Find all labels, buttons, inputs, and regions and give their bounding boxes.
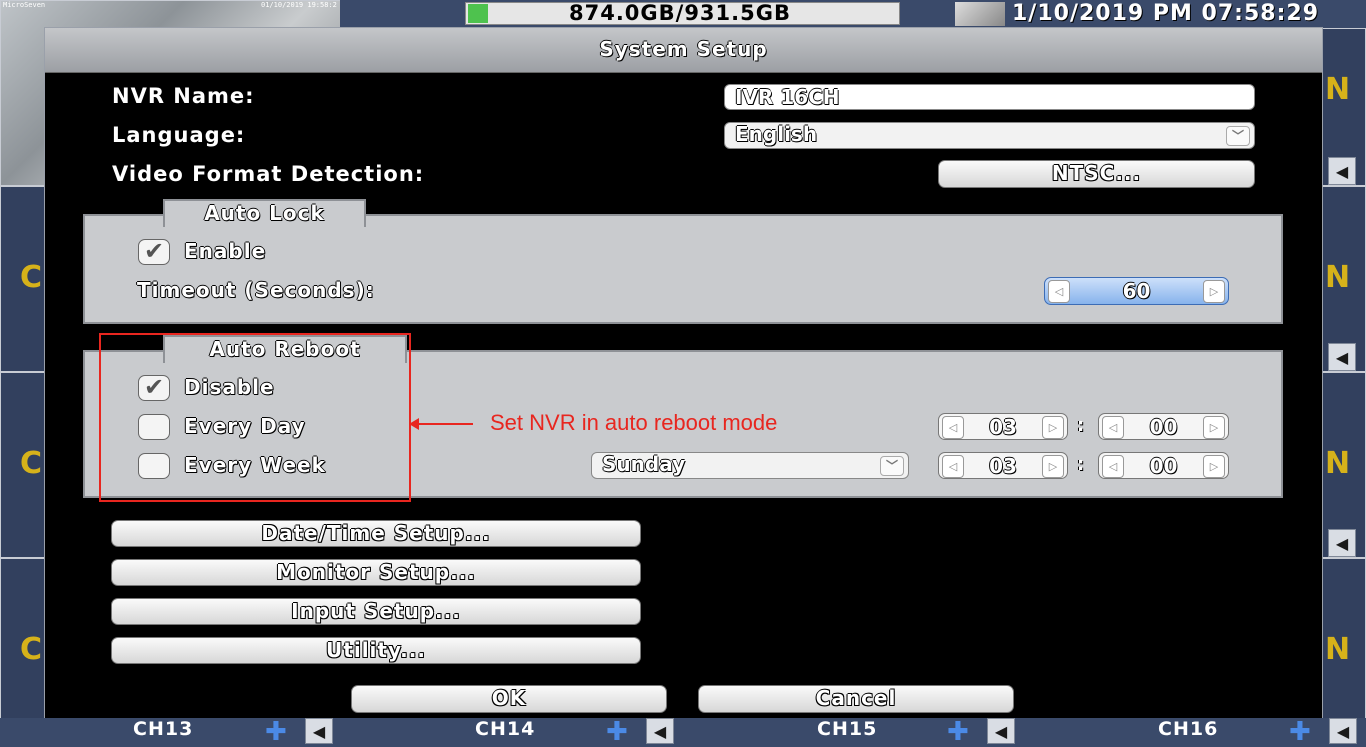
speaker-icon[interactable]: ◀ bbox=[1328, 157, 1356, 185]
every-week-minute-value: 00 bbox=[1149, 454, 1178, 478]
camera-thumbnail bbox=[955, 2, 1005, 26]
auto-lock-title: Auto Lock bbox=[163, 199, 366, 227]
chevron-down-icon: ﹀ bbox=[1226, 126, 1250, 146]
decrement-icon[interactable]: ◁ bbox=[942, 455, 964, 478]
decrement-icon[interactable]: ◁ bbox=[942, 416, 964, 439]
monitor-setup-button[interactable]: Monitor Setup... bbox=[111, 559, 641, 586]
speaker-icon[interactable]: ◀ bbox=[646, 718, 674, 744]
plus-icon[interactable]: ✚ bbox=[947, 719, 969, 745]
side-glyph-left-1: C bbox=[20, 260, 43, 295]
timeout-value: 60 bbox=[1122, 279, 1151, 303]
side-glyph-right-3: N bbox=[1325, 446, 1351, 481]
annotation-arrow-head bbox=[409, 418, 419, 430]
time-separator: : bbox=[1077, 415, 1085, 436]
datetime-display: 1/10/2019 PM 07:58:29 bbox=[1012, 1, 1319, 26]
increment-icon[interactable]: ▷ bbox=[1042, 416, 1064, 439]
auto-lock-group bbox=[83, 214, 1283, 324]
dialog-title-bar[interactable]: System Setup bbox=[45, 28, 1322, 73]
timeout-stepper[interactable]: ◁ 60 ▷ bbox=[1044, 277, 1229, 305]
camera-overlay-time: 01/10/2019 19:58:2 bbox=[261, 1, 337, 9]
disk-usage-text: 874.0GB/931.5GB bbox=[568, 1, 791, 25]
every-week-hour-value: 03 bbox=[989, 454, 1017, 478]
annotation-arrow-line bbox=[415, 423, 473, 425]
side-glyph-right-2: N bbox=[1325, 260, 1351, 295]
nvr-name-label: NVR Name: bbox=[112, 84, 255, 108]
side-glyph-left-2: C bbox=[20, 446, 43, 481]
annotation-text: Set NVR in auto reboot mode bbox=[490, 410, 778, 435]
plus-icon[interactable]: ✚ bbox=[265, 719, 287, 745]
every-week-minute-stepper[interactable]: ◁ 00 ▷ bbox=[1098, 452, 1229, 479]
checkmark-icon: ✔ bbox=[143, 237, 165, 265]
speaker-icon[interactable]: ◀ bbox=[305, 718, 333, 744]
every-week-hour-stepper[interactable]: ◁ 03 ▷ bbox=[938, 452, 1068, 479]
increment-icon[interactable]: ▷ bbox=[1042, 455, 1064, 478]
increment-icon[interactable]: ▷ bbox=[1203, 416, 1225, 439]
speaker-icon[interactable]: ◀ bbox=[1328, 529, 1356, 557]
dialog-title: System Setup bbox=[599, 37, 768, 61]
decrement-icon[interactable]: ◁ bbox=[1048, 280, 1070, 303]
utility-button[interactable]: Utility... bbox=[111, 637, 641, 664]
decrement-icon[interactable]: ◁ bbox=[1102, 416, 1124, 439]
channel-label-ch16: CH16 bbox=[1158, 718, 1219, 740]
every-week-day-select[interactable]: Sunday ﹀ bbox=[591, 452, 909, 479]
speaker-icon[interactable]: ◀ bbox=[1329, 718, 1357, 744]
time-separator: : bbox=[1077, 454, 1085, 475]
auto-lock-enable-checkbox[interactable]: ✔ bbox=[138, 239, 170, 265]
every-day-minute-stepper[interactable]: ◁ 00 ▷ bbox=[1098, 413, 1229, 440]
channel-label-ch14: CH14 bbox=[475, 718, 536, 740]
speaker-icon[interactable]: ◀ bbox=[987, 718, 1015, 744]
camera-overlay-name: MicroSeven bbox=[3, 1, 46, 9]
language-value: English bbox=[735, 122, 818, 146]
input-setup-button[interactable]: Input Setup... bbox=[111, 598, 641, 625]
plus-icon[interactable]: ✚ bbox=[1289, 719, 1311, 745]
video-format-button[interactable]: NTSC... bbox=[938, 160, 1255, 188]
auto-lock-enable-label: Enable bbox=[184, 239, 267, 263]
timeout-label: Timeout (Seconds): bbox=[137, 278, 375, 302]
side-glyph-left-3: C bbox=[20, 632, 43, 667]
every-day-hour-stepper[interactable]: ◁ 03 ▷ bbox=[938, 413, 1068, 440]
language-label: Language: bbox=[112, 123, 246, 147]
date-time-setup-button[interactable]: Date/Time Setup... bbox=[111, 520, 641, 547]
channel-label-ch15: CH15 bbox=[817, 718, 878, 740]
plus-icon[interactable]: ✚ bbox=[606, 719, 628, 745]
every-day-hour-value: 03 bbox=[989, 415, 1017, 439]
chevron-down-icon: ﹀ bbox=[880, 456, 904, 476]
increment-icon[interactable]: ▷ bbox=[1203, 280, 1225, 303]
nvr-name-input[interactable]: IVR 16CH bbox=[724, 84, 1255, 110]
disk-usage-indicator bbox=[468, 4, 488, 23]
ok-button[interactable]: OK bbox=[351, 685, 667, 713]
increment-icon[interactable]: ▷ bbox=[1203, 455, 1225, 478]
side-glyph-right-1: N bbox=[1325, 72, 1351, 107]
cancel-button[interactable]: Cancel bbox=[698, 685, 1014, 713]
decrement-icon[interactable]: ◁ bbox=[1102, 455, 1124, 478]
video-format-label: Video Format Detection: bbox=[112, 162, 425, 186]
channel-label-ch13: CH13 bbox=[133, 718, 194, 740]
every-day-minute-value: 00 bbox=[1149, 415, 1178, 439]
language-select[interactable]: English ﹀ bbox=[724, 122, 1255, 149]
every-week-day-value: Sunday bbox=[602, 452, 686, 476]
side-glyph-right-4: N bbox=[1325, 632, 1351, 667]
speaker-icon[interactable]: ◀ bbox=[1328, 343, 1356, 371]
auto-reboot-highlight-box bbox=[99, 333, 411, 502]
